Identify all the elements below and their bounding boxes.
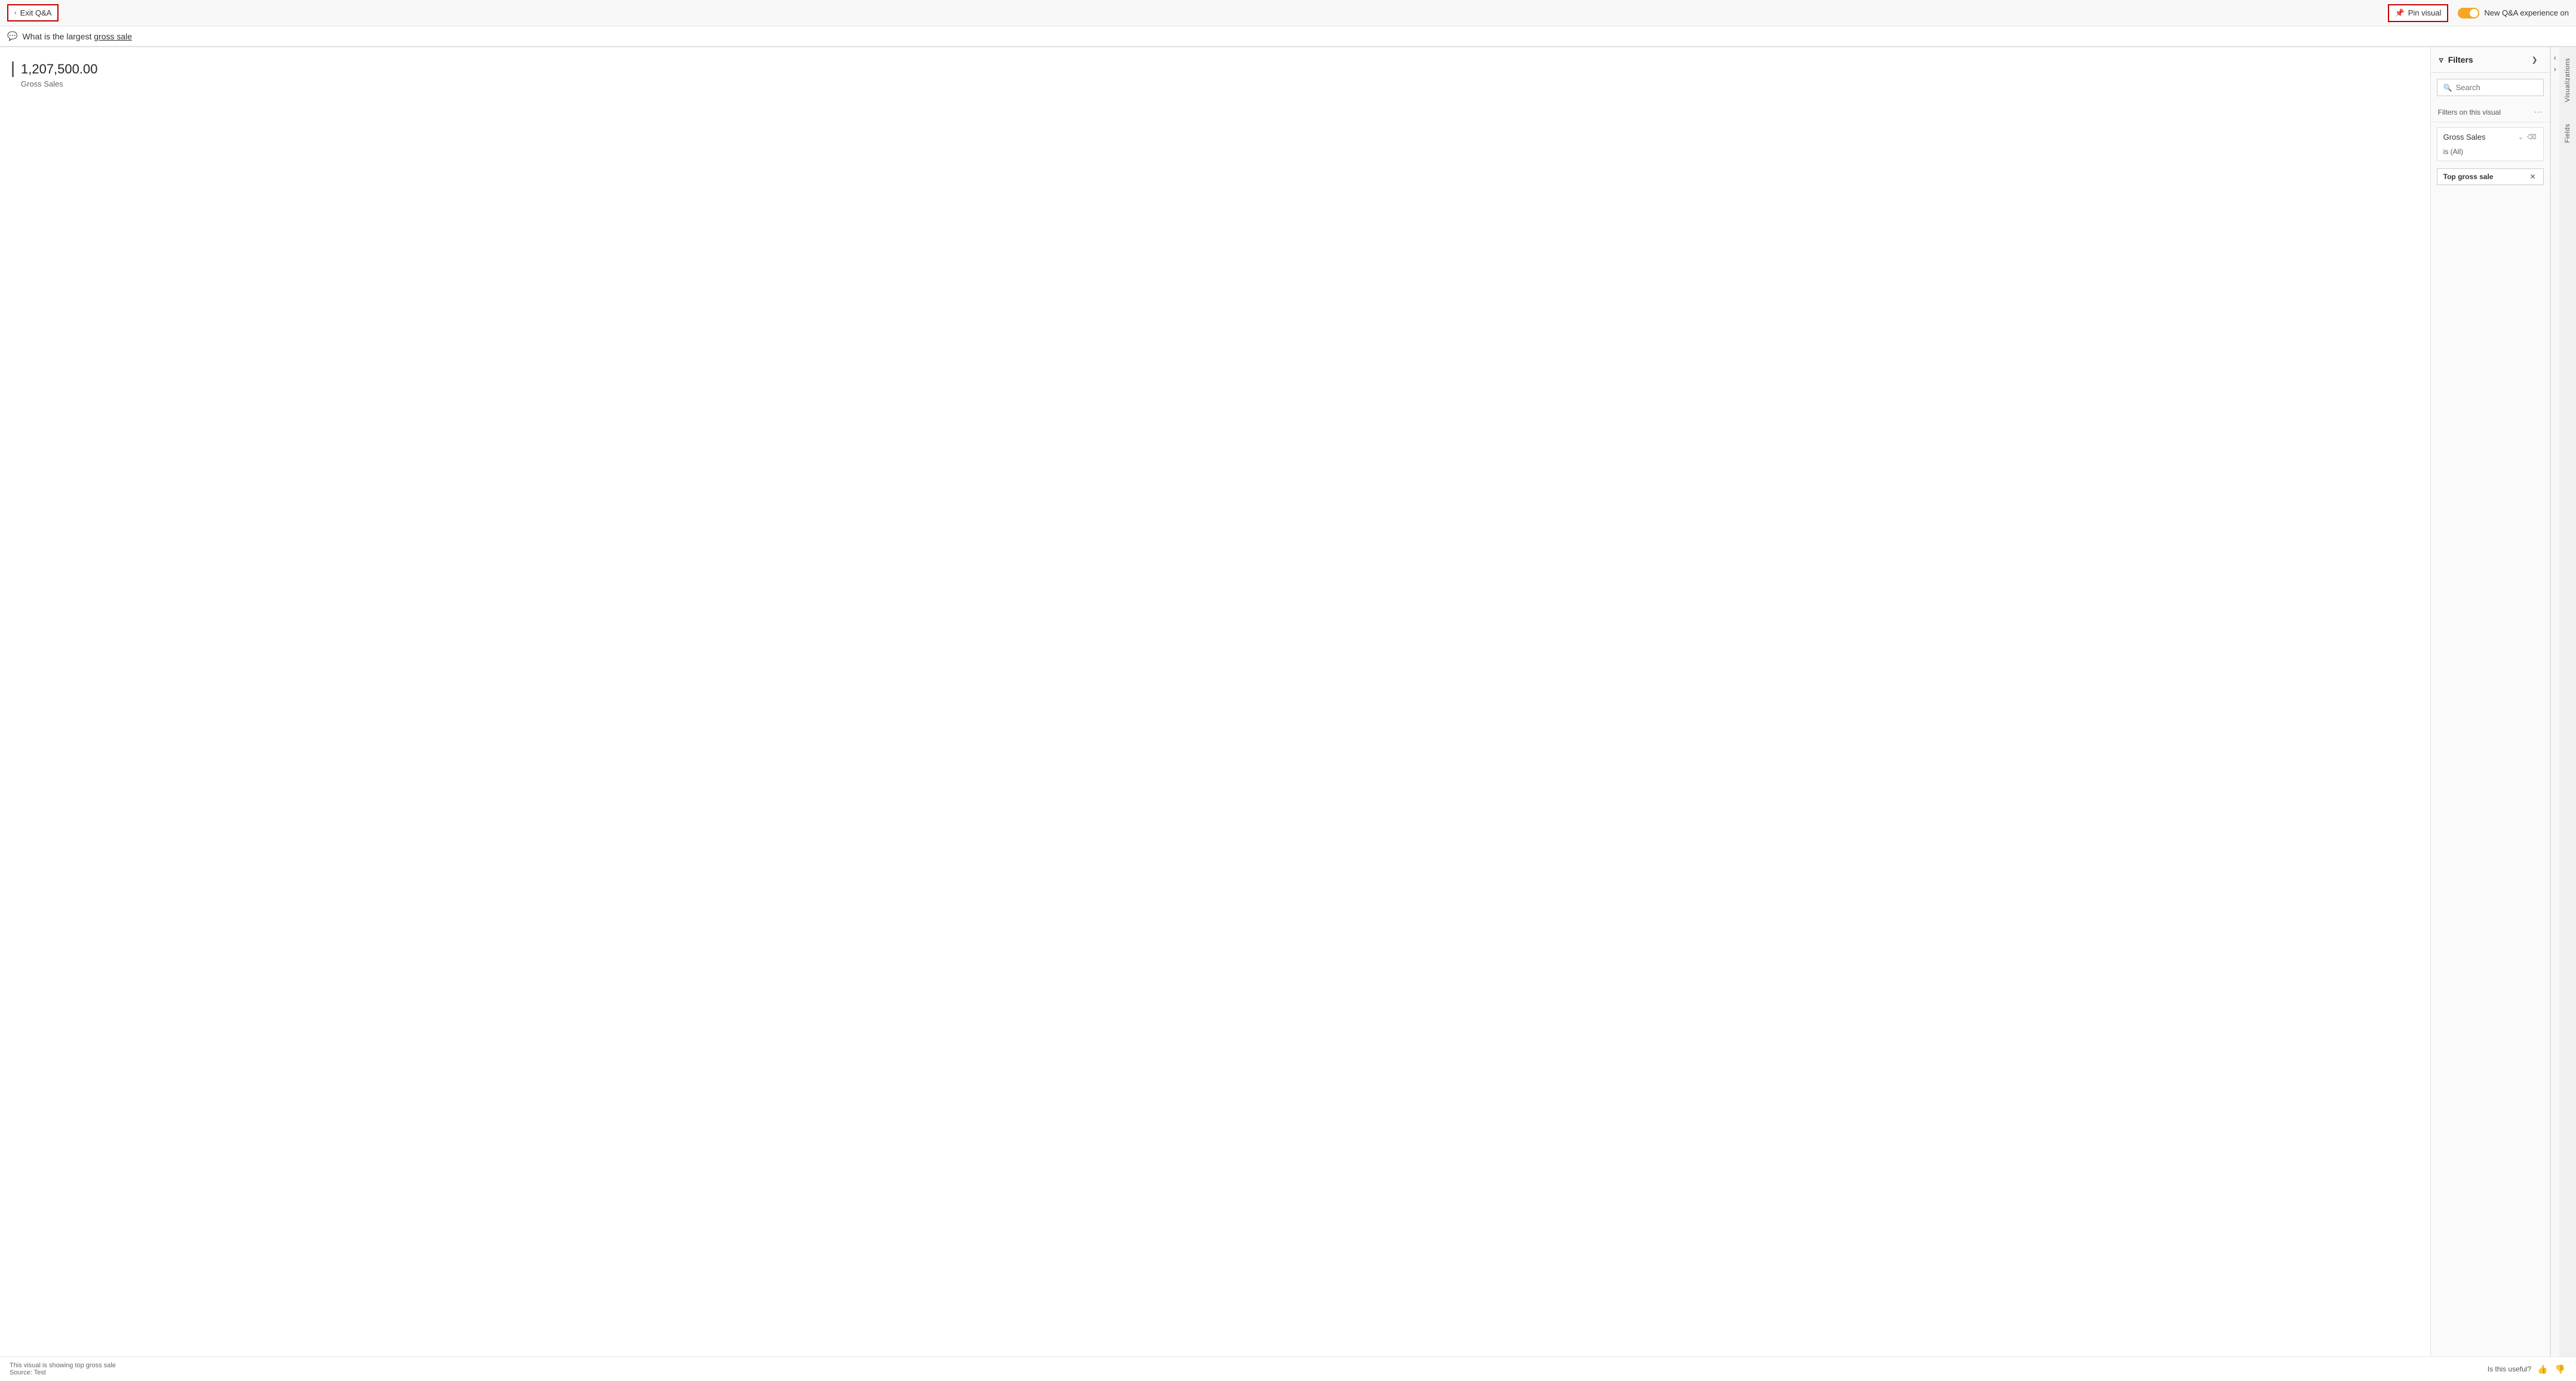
collapse-left-button[interactable]: ‹: [2554, 53, 2556, 62]
useful-label: Is this useful?: [2488, 1365, 2531, 1373]
bottom-bar: This visual is showing top gross sale So…: [0, 1357, 2576, 1381]
result-value: 1,207,500.00: [12, 61, 2418, 77]
question-bar: 💬 What is the largest gross sale: [0, 26, 2576, 47]
filters-on-visual-label: Filters on this visual: [2438, 108, 2501, 116]
filter-clear-button[interactable]: ⌫: [2526, 133, 2537, 142]
right-panels: ▿ Filters ❯ 🔍 Filters on this visual ⋯ G…: [2430, 47, 2576, 1357]
pin-visual-label: Pin visual: [2408, 8, 2442, 17]
more-options-icon[interactable]: ⋯: [2534, 107, 2543, 117]
question-icon: 💬: [7, 31, 17, 41]
underlined-text: gross sale: [94, 32, 132, 41]
question-text[interactable]: What is the largest gross sale: [22, 32, 2569, 41]
new-qna-label: New Q&A experience on: [2484, 8, 2569, 17]
visual-area: 1,207,500.00 Gross Sales: [0, 47, 2430, 1357]
result-label: Gross Sales: [12, 79, 2418, 88]
tab-visualizations[interactable]: Visualizations: [2562, 53, 2574, 107]
side-tabs: Visualizations Fields: [2559, 47, 2576, 1357]
header-right: 📌 Pin visual New Q&A experience on: [2388, 4, 2569, 22]
new-qna-toggle-group: New Q&A experience on: [2458, 8, 2569, 19]
active-filter-chip: Top gross sale ✕: [2437, 168, 2544, 185]
bottom-source: This visual is showing top gross sale So…: [10, 1362, 116, 1376]
pin-icon: 📌: [2395, 8, 2405, 18]
pin-visual-button[interactable]: 📌 Pin visual: [2388, 4, 2449, 22]
bottom-line2: Source: Test: [10, 1369, 116, 1376]
chip-label: Top gross sale: [2443, 173, 2494, 181]
header-left: ‹ Exit Q&A: [7, 4, 59, 21]
thumbs-down-button[interactable]: 👎: [2554, 1363, 2566, 1376]
useful-section: Is this useful? 👍 👎: [2488, 1363, 2566, 1376]
exit-qna-label: Exit Q&A: [20, 8, 52, 17]
collapse-right-button[interactable]: ›: [2554, 64, 2556, 73]
filters-search-box[interactable]: 🔍: [2437, 79, 2544, 96]
search-icon: 🔍: [2443, 84, 2452, 92]
filters-collapse-button[interactable]: ❯: [2528, 54, 2541, 65]
filter-expand-button[interactable]: ⌄: [2517, 133, 2524, 142]
filter-item-gross-sales: Gross Sales ⌄ ⌫ is (All): [2437, 127, 2544, 161]
filters-on-visual: Filters on this visual ⋯: [2431, 102, 2550, 122]
main-content: 1,207,500.00 Gross Sales ▿ Filters ❯ 🔍: [0, 47, 2576, 1357]
filters-title: ▿ Filters: [2439, 55, 2473, 65]
filter-field-label: Gross Sales: [2443, 133, 2486, 142]
filters-header: ▿ Filters ❯: [2431, 47, 2550, 73]
filter-icon: ▿: [2439, 55, 2443, 65]
filters-title-label: Filters: [2448, 55, 2473, 64]
collapser-arrows: ‹ ›: [2551, 47, 2559, 79]
tab-fields[interactable]: Fields: [2562, 119, 2574, 147]
thumbs-up-button[interactable]: 👍: [2536, 1363, 2549, 1376]
filters-panel: ▿ Filters ❯ 🔍 Filters on this visual ⋯ G…: [2431, 47, 2550, 1357]
filter-item-actions: ⌄ ⌫: [2517, 133, 2537, 142]
filter-item-header: Gross Sales ⌄ ⌫: [2437, 128, 2543, 146]
top-header: ‹ Exit Q&A 📌 Pin visual New Q&A experien…: [0, 0, 2576, 26]
chevron-left-icon: ‹: [14, 10, 17, 17]
exit-qna-button[interactable]: ‹ Exit Q&A: [7, 4, 59, 21]
side-panel-collapser: ‹ ›: [2550, 47, 2559, 1357]
bottom-line1: This visual is showing top gross sale: [10, 1362, 116, 1369]
chip-close-button[interactable]: ✕: [2529, 173, 2537, 181]
filter-item-value: is (All): [2437, 146, 2543, 161]
new-qna-toggle-switch[interactable]: [2458, 8, 2479, 19]
search-input[interactable]: [2456, 83, 2537, 92]
